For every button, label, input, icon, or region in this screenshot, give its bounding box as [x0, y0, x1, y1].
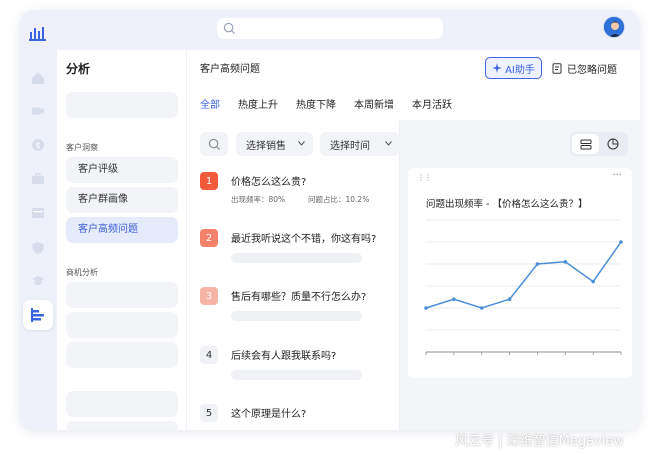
data-point[interactable]: [452, 297, 456, 301]
placeholder-bar: [231, 370, 362, 380]
rail-analysis[interactable]: [23, 300, 53, 330]
data-point[interactable]: [535, 262, 540, 266]
view-toggle: [570, 132, 628, 156]
tab-active-this-month[interactable]: 本月活跃: [412, 96, 452, 116]
question-item[interactable]: 5 这个原理是什么?: [200, 404, 390, 430]
graduation-cap-icon: [32, 276, 44, 285]
icon-rail: $: [20, 50, 57, 430]
placeholder-bar: [231, 311, 362, 321]
question-text: 后续会有人跟我联系吗?: [231, 351, 337, 362]
ai-button-label: AI助手: [505, 64, 535, 76]
data-point[interactable]: [591, 279, 595, 284]
coin-icon: $: [32, 139, 44, 151]
question-list-panel: 选择销售 选择时间 1 价格怎么这么贵? 出现频率：80% 问题占比：10.2%…: [187, 120, 400, 430]
list-icon: [580, 139, 591, 149]
question-text: 售后有哪些？质量不行怎么办?: [231, 292, 367, 303]
sidebar-item-customer-rating[interactable]: 客户评级: [66, 157, 178, 183]
question-text: 最近我听说这个不错，你这有吗?: [231, 234, 377, 245]
list-view-button[interactable]: [572, 134, 599, 154]
app-window: $ 分析 客户洞察 客户评级 客户群画像 客户高频问题 商机分析 客户高频问题 …: [20, 10, 640, 430]
video-icon: [32, 107, 44, 115]
question-item[interactable]: 1 价格怎么这么贵? 出现频率：80% 问题占比：10.2%: [200, 172, 390, 222]
chart-card: ⋮⋮ ··· 问题出现频率 - 【价格怎么这么贵？】: [408, 168, 632, 378]
sidebar-placeholder: [66, 342, 178, 368]
rail-education[interactable]: [29, 272, 47, 290]
tab-rising[interactable]: 热度上升: [238, 96, 278, 116]
sidebar-placeholder: [66, 312, 178, 338]
chevron-down-icon: [298, 141, 305, 146]
question-rank: 5: [200, 404, 218, 422]
tab-bar: 全部 热度上升 热度下降 本周新增 本月活跃: [200, 96, 470, 122]
question-text: 价格怎么这么贵?: [231, 177, 307, 188]
rail-window[interactable]: [29, 204, 47, 222]
sidebar-item-customer-persona[interactable]: 客户群画像: [66, 187, 178, 213]
chart-panel: ⋮⋮ ··· 问题出现频率 - 【价格怎么这么贵？】: [400, 120, 640, 430]
question-item[interactable]: 3 售后有哪些？质量不行怎么办?: [200, 287, 390, 337]
question-share: 问题占比：10.2%: [308, 195, 370, 204]
search-input[interactable]: [241, 20, 437, 37]
global-search[interactable]: [217, 18, 443, 39]
data-point[interactable]: [424, 306, 428, 310]
watermark-text: 风云号 | 深维智信Megaview: [455, 434, 625, 449]
data-point[interactable]: [507, 297, 512, 301]
sidebar-placeholder: [66, 282, 178, 308]
sidebar-item-frequent-questions[interactable]: 客户高频问题: [66, 217, 178, 243]
chart-view-button[interactable]: [599, 134, 626, 154]
page-title: 客户高频问题: [200, 64, 260, 75]
data-point[interactable]: [619, 240, 623, 244]
data-point[interactable]: [479, 306, 484, 310]
sidebar-placeholder: [66, 92, 178, 118]
sidebar-group-label: 客户洞察: [66, 143, 98, 152]
question-rank: 4: [200, 346, 218, 364]
ignored-button-label: 已忽略问题: [567, 64, 617, 76]
search-icon: [208, 138, 220, 150]
bar-chart-icon: [31, 308, 44, 322]
line-chart: [424, 219, 623, 355]
question-rank: 2: [200, 229, 218, 247]
sales-select-label: 选择销售: [246, 140, 286, 152]
question-rate: 出现频率：80%: [231, 195, 286, 204]
document-icon: [552, 62, 562, 74]
rail-briefcase[interactable]: [29, 170, 47, 188]
question-item[interactable]: 4 后续会有人跟我联系吗?: [200, 346, 390, 396]
rail-home[interactable]: [29, 69, 47, 87]
svg-text:$: $: [35, 141, 40, 150]
home-icon: [32, 72, 44, 84]
search-icon: [223, 22, 236, 35]
briefcase-icon: [32, 173, 44, 184]
sidebar-placeholder: [66, 421, 178, 430]
secondary-sidebar: 分析 客户洞察 客户评级 客户群画像 客户高频问题 商机分析: [57, 50, 187, 430]
main-content: 客户高频问题 AI助手 已忽略问题 全部 热度上升 热度下降 本周新增 本月活跃: [187, 50, 640, 430]
sparkle-icon: [492, 63, 503, 73]
sidebar-group-label: 商机分析: [66, 268, 98, 277]
sidebar-title: 分析: [66, 62, 91, 76]
time-select[interactable]: 选择时间: [320, 132, 400, 156]
rail-shield[interactable]: [29, 239, 47, 257]
tab-all[interactable]: 全部: [200, 96, 220, 122]
question-item[interactable]: 2 最近我听说这个不错，你这有吗?: [200, 229, 390, 279]
top-bar: [20, 10, 640, 50]
user-avatar[interactable]: [603, 16, 625, 38]
avatar-icon: [604, 17, 624, 37]
sidebar-placeholder: [66, 391, 178, 417]
ai-assistant-button[interactable]: AI助手: [485, 57, 542, 79]
question-text: 这个原理是什么?: [231, 409, 307, 420]
chevron-down-icon: [385, 141, 392, 146]
ignored-questions-button[interactable]: 已忽略问题: [552, 57, 622, 79]
data-point[interactable]: [563, 260, 568, 264]
shield-icon: [32, 242, 44, 254]
sales-select[interactable]: 选择销售: [236, 132, 313, 156]
placeholder-bar: [231, 253, 362, 263]
question-rank: 3: [200, 287, 218, 305]
app-logo-icon[interactable]: [29, 24, 47, 42]
tab-falling[interactable]: 热度下降: [296, 96, 336, 116]
list-search-button[interactable]: [200, 132, 228, 156]
tab-new-this-week[interactable]: 本周新增: [354, 96, 394, 116]
window-icon: [32, 208, 44, 218]
time-select-label: 选择时间: [330, 140, 370, 152]
question-rank: 1: [200, 172, 218, 190]
pie-chart-icon: [607, 138, 618, 150]
rail-money[interactable]: $: [29, 136, 47, 154]
rail-video[interactable]: [29, 102, 47, 120]
